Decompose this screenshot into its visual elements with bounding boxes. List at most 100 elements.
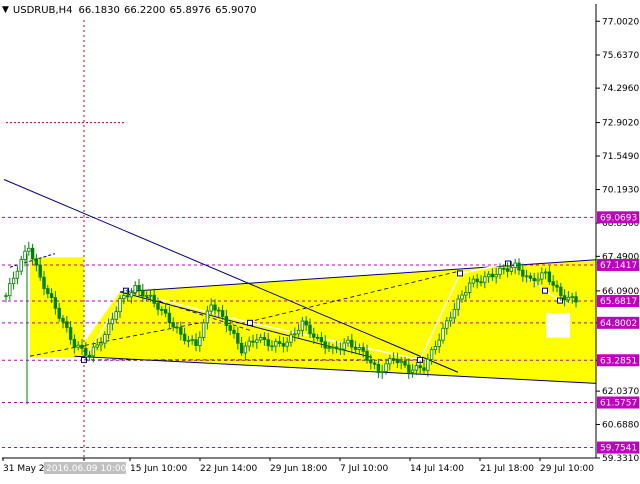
candle-body xyxy=(467,282,472,293)
candle-body xyxy=(137,285,141,291)
forecast-node xyxy=(542,287,548,294)
candle-body xyxy=(475,278,479,283)
forecast-box xyxy=(546,312,570,338)
candle-body xyxy=(270,345,274,348)
candle-body xyxy=(148,294,153,297)
candle-body xyxy=(46,288,50,295)
candle-body xyxy=(536,278,540,282)
candle-body xyxy=(243,345,248,354)
candle-body xyxy=(30,247,35,260)
candle-body xyxy=(34,258,39,266)
candle-body xyxy=(327,347,331,349)
candle-body xyxy=(186,339,191,342)
candle-body xyxy=(365,350,369,361)
y-tick-label: 59.3310 xyxy=(602,454,639,464)
candle-body xyxy=(464,292,468,296)
candle-body xyxy=(555,284,559,288)
candle-body xyxy=(163,309,168,314)
x-cursor-label: 2016.06.09 10:00 xyxy=(46,464,127,474)
y-tick-label: 75.6370 xyxy=(602,51,639,61)
candle-body xyxy=(391,358,396,360)
candle-body xyxy=(532,277,536,282)
candle-body xyxy=(53,297,58,309)
candle-body xyxy=(319,337,324,343)
candle-body xyxy=(194,339,198,346)
candle-body xyxy=(289,334,293,343)
triangle-down-icon[interactable]: ▼ xyxy=(2,5,9,15)
chart-window[interactable]: 77.0020 75.6370 74.2960 72.9020 71.5490 70.19… xyxy=(0,0,640,480)
x-tick-label: 21 Jul 18:00 xyxy=(480,464,534,474)
candle-body xyxy=(521,269,525,277)
candle-body xyxy=(84,348,88,356)
candle-body xyxy=(38,264,42,278)
level-label: 69.0693 xyxy=(600,213,637,223)
y-tick-label: 71.5490 xyxy=(602,152,639,162)
candle-body xyxy=(388,358,392,365)
forecast-node xyxy=(247,319,253,326)
candle-body xyxy=(452,308,457,319)
x-tick-label: 29 Jun 18:00 xyxy=(270,464,327,474)
candle-body xyxy=(217,309,221,312)
candle-body xyxy=(281,343,286,347)
candle-body xyxy=(357,347,362,350)
candle-body xyxy=(49,293,54,299)
candle-body xyxy=(422,367,426,371)
candle-body xyxy=(494,274,498,278)
y-tick-label: 70.1930 xyxy=(602,186,639,196)
candle-body xyxy=(566,296,571,301)
candle-body xyxy=(559,286,563,297)
candle-body xyxy=(300,320,305,331)
candle-body xyxy=(296,329,301,335)
candle-body xyxy=(448,317,453,322)
price-chart[interactable]: 77.0020 75.6370 74.2960 72.9020 71.5490 70.19… xyxy=(0,0,640,480)
level-label: 61.5757 xyxy=(600,399,637,409)
candle-body xyxy=(445,320,449,329)
candle-body xyxy=(258,336,263,341)
candle-body xyxy=(540,272,544,280)
candle-body xyxy=(414,365,419,371)
candle-body xyxy=(87,354,92,357)
y-tick-label: 74.2960 xyxy=(602,84,639,94)
level-label: 64.8002 xyxy=(600,319,637,329)
candle-body xyxy=(190,339,194,342)
candle-body xyxy=(543,271,548,274)
candle-body xyxy=(125,295,130,298)
candle-body xyxy=(460,294,464,300)
candle-body xyxy=(251,340,255,343)
candle-body xyxy=(106,323,111,335)
candle-body xyxy=(11,277,16,285)
candle-body xyxy=(437,339,441,347)
candle-body xyxy=(42,276,46,290)
candle-body xyxy=(308,324,312,335)
candle-body xyxy=(410,369,415,373)
candle-body xyxy=(502,267,506,270)
candle-body xyxy=(338,348,343,351)
candle-body xyxy=(95,344,99,348)
candle-body xyxy=(353,346,358,350)
candle-body xyxy=(304,320,308,326)
candle-body xyxy=(498,267,502,275)
x-tick-label: 29 Jul 10:00 xyxy=(540,464,594,474)
candle-body xyxy=(65,321,69,329)
y-tick-label: 60.6880 xyxy=(602,420,639,430)
candle-body xyxy=(15,270,20,279)
x-tick-label: 22 Jun 14:00 xyxy=(200,464,257,474)
candle-body xyxy=(152,294,156,304)
candle-body xyxy=(239,342,244,354)
candle-body xyxy=(471,278,476,284)
candle-body xyxy=(342,342,346,350)
candle-body xyxy=(171,322,175,328)
y-tick-label: 72.9020 xyxy=(602,119,639,129)
candle-body xyxy=(277,341,282,344)
candle-body xyxy=(350,339,354,348)
candle-body xyxy=(479,281,483,284)
candle-body xyxy=(293,333,297,336)
level-label: 67.1417 xyxy=(600,261,637,271)
candle-body xyxy=(99,342,103,346)
candle-body xyxy=(224,316,229,327)
candle-body xyxy=(27,247,31,252)
candle-body xyxy=(255,339,259,343)
channel-zone xyxy=(74,259,596,384)
level-label: 59.7541 xyxy=(600,444,637,454)
candle-body xyxy=(232,329,236,334)
